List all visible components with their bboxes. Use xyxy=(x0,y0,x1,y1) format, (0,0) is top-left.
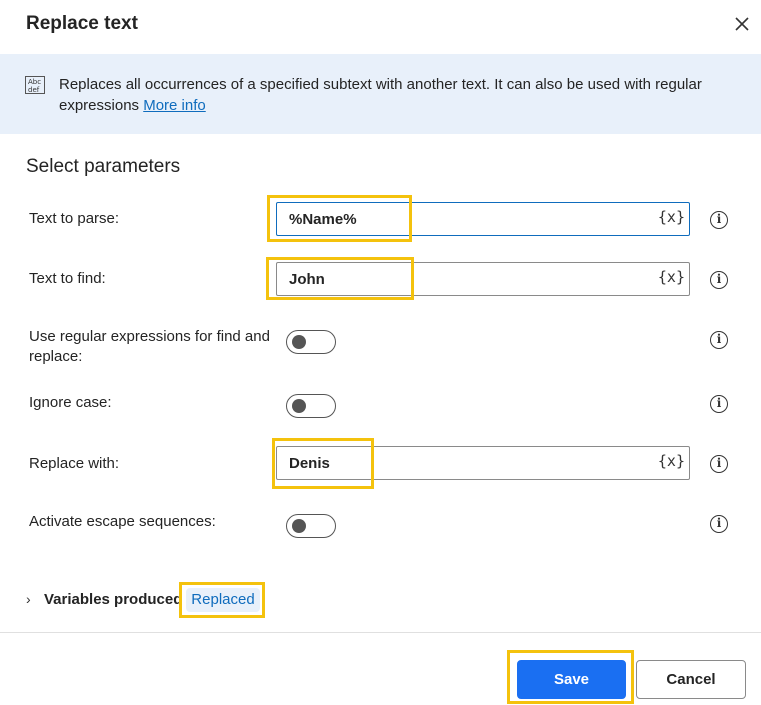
text-to-parse-value: %Name% xyxy=(289,211,357,228)
footer-divider xyxy=(0,632,761,633)
section-title: Select parameters xyxy=(26,156,181,177)
use-regex-toggle[interactable] xyxy=(286,330,336,354)
escape-sequences-toggle[interactable] xyxy=(286,514,336,538)
insert-variable-button[interactable]: {x} xyxy=(658,208,685,226)
use-regex-label: Use regular expressions for find and rep… xyxy=(29,328,270,365)
info-icon[interactable]: i xyxy=(710,515,728,533)
insert-variable-button[interactable]: {x} xyxy=(658,452,685,470)
replace-with-label: Replace with: xyxy=(29,455,120,472)
close-button[interactable] xyxy=(728,10,756,38)
toggle-knob xyxy=(292,519,306,533)
insert-variable-button[interactable]: {x} xyxy=(658,268,685,286)
text-to-parse-input[interactable]: %Name% {x} xyxy=(276,202,690,236)
escape-sequences-label: Activate escape sequences: xyxy=(29,513,216,530)
banner-description: Replaces all occurrences of a specified … xyxy=(59,74,739,116)
toggle-knob xyxy=(292,399,306,413)
text-to-find-value: John xyxy=(289,271,325,288)
text-to-find-input[interactable]: John {x} xyxy=(276,262,690,296)
chevron-right-icon[interactable]: › xyxy=(26,591,31,607)
text-to-parse-label: Text to parse: xyxy=(29,210,120,227)
info-icon[interactable]: i xyxy=(710,211,728,229)
info-icon[interactable]: i xyxy=(710,271,728,289)
variables-produced-label: Variables produced xyxy=(44,591,183,608)
ignore-case-toggle[interactable] xyxy=(286,394,336,418)
save-button[interactable]: Save xyxy=(517,660,626,699)
close-icon xyxy=(735,17,749,31)
ignore-case-label: Ignore case: xyxy=(29,394,112,411)
more-info-link[interactable]: More info xyxy=(143,97,206,114)
info-icon[interactable]: i xyxy=(710,331,728,349)
text-to-find-label: Text to find: xyxy=(29,270,106,287)
replace-with-value: Denis xyxy=(289,455,330,472)
replace-with-input[interactable]: Denis {x} xyxy=(276,446,690,480)
dialog-title: Replace text xyxy=(26,13,138,34)
info-icon[interactable]: i xyxy=(710,455,728,473)
variable-pill-replaced[interactable]: Replaced xyxy=(186,588,260,612)
toggle-knob xyxy=(292,335,306,349)
text-abc-icon: Abc def xyxy=(25,76,45,94)
cancel-button[interactable]: Cancel xyxy=(636,660,746,699)
info-icon[interactable]: i xyxy=(710,395,728,413)
